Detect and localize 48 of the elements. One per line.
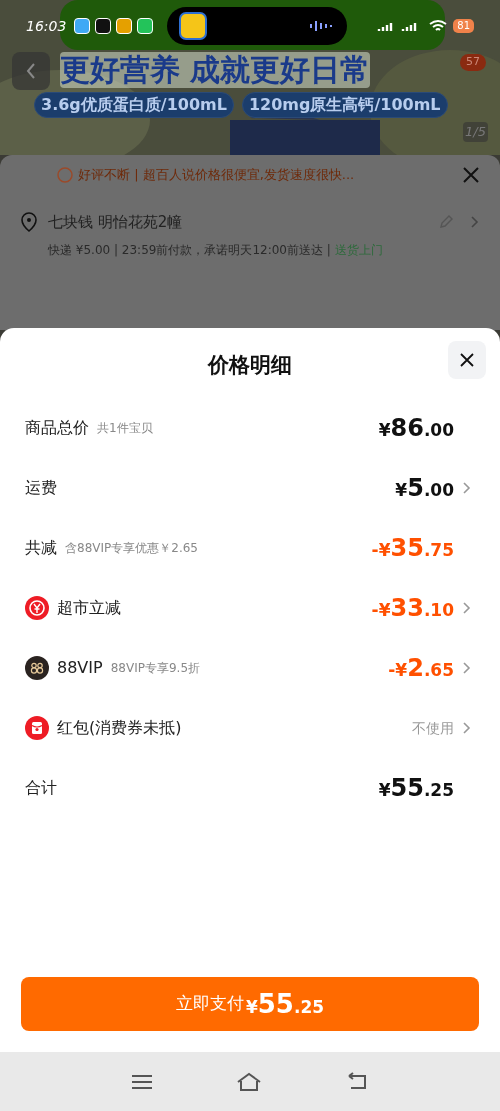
app-notification-icon [74, 18, 91, 34]
wifi-icon [429, 19, 448, 33]
row-value: 不使用 [412, 718, 454, 738]
review-text: 好评不断 | 超百人说价格很便宜,发货速度很快... [78, 166, 355, 184]
chevron-right-icon [470, 214, 480, 229]
status-time: 16:03 [26, 16, 67, 36]
price-amount: ¥55.25 [378, 773, 454, 804]
battery-indicator: 81 [453, 19, 474, 33]
price-amount: -¥33.10 [371, 593, 454, 624]
app-notification-icon [137, 18, 154, 34]
row-label: 88VIP [57, 657, 103, 679]
home-icon[interactable] [236, 1071, 262, 1092]
back-icon [25, 62, 37, 80]
row-note: 88VIP专享9.5折 [110, 660, 200, 677]
feature-tag: 3.6g优质蛋白质/100mL [34, 92, 234, 118]
price-amount: ¥5.00 [395, 473, 454, 504]
menu-icon[interactable] [131, 1073, 154, 1090]
price-amount: -¥35.75 [371, 533, 454, 564]
app-icon [179, 12, 208, 40]
row-note: 共1件宝贝 [97, 420, 153, 437]
comment-icon [56, 165, 74, 184]
price-amount: ¥55.25 [245, 987, 325, 1021]
close-icon [459, 352, 475, 368]
feature-tag: 120mg原生高钙/100mL [241, 92, 448, 118]
price-amount: -¥2.65 [388, 653, 454, 684]
image-counter: 1/5 [463, 122, 488, 142]
envelope-icon [25, 716, 49, 740]
row-note: 含88VIP专享优惠￥2.65 [65, 540, 198, 557]
banner-headline: 更好营养 成就更好日常 [60, 52, 371, 88]
row-label: 合计 [25, 777, 57, 799]
app-notification-icon [95, 18, 112, 34]
location-pin-icon [20, 211, 38, 232]
cart-badge: 57 [460, 54, 486, 71]
row-label: 商品总价 [25, 417, 89, 439]
row-label: 运费 [25, 477, 57, 499]
pay-button[interactable]: 立即支付¥55.25 [21, 977, 479, 1031]
close-icon[interactable] [462, 165, 480, 184]
yen-coupon-icon [25, 596, 49, 620]
back-button[interactable] [12, 52, 50, 90]
sheet-title: 价格明细 [208, 352, 292, 379]
row-label: 红包(消费券未抵) [57, 717, 182, 739]
address-text: 七块钱 明怡花苑2幢 [48, 211, 183, 233]
row-label: 超市立减 [57, 597, 121, 619]
vip-badge-icon [25, 656, 49, 680]
price-amount: ¥86.00 [378, 413, 454, 444]
close-button[interactable] [448, 341, 486, 379]
row-label: 共减 [25, 537, 57, 559]
app-notification-icon [116, 18, 133, 34]
